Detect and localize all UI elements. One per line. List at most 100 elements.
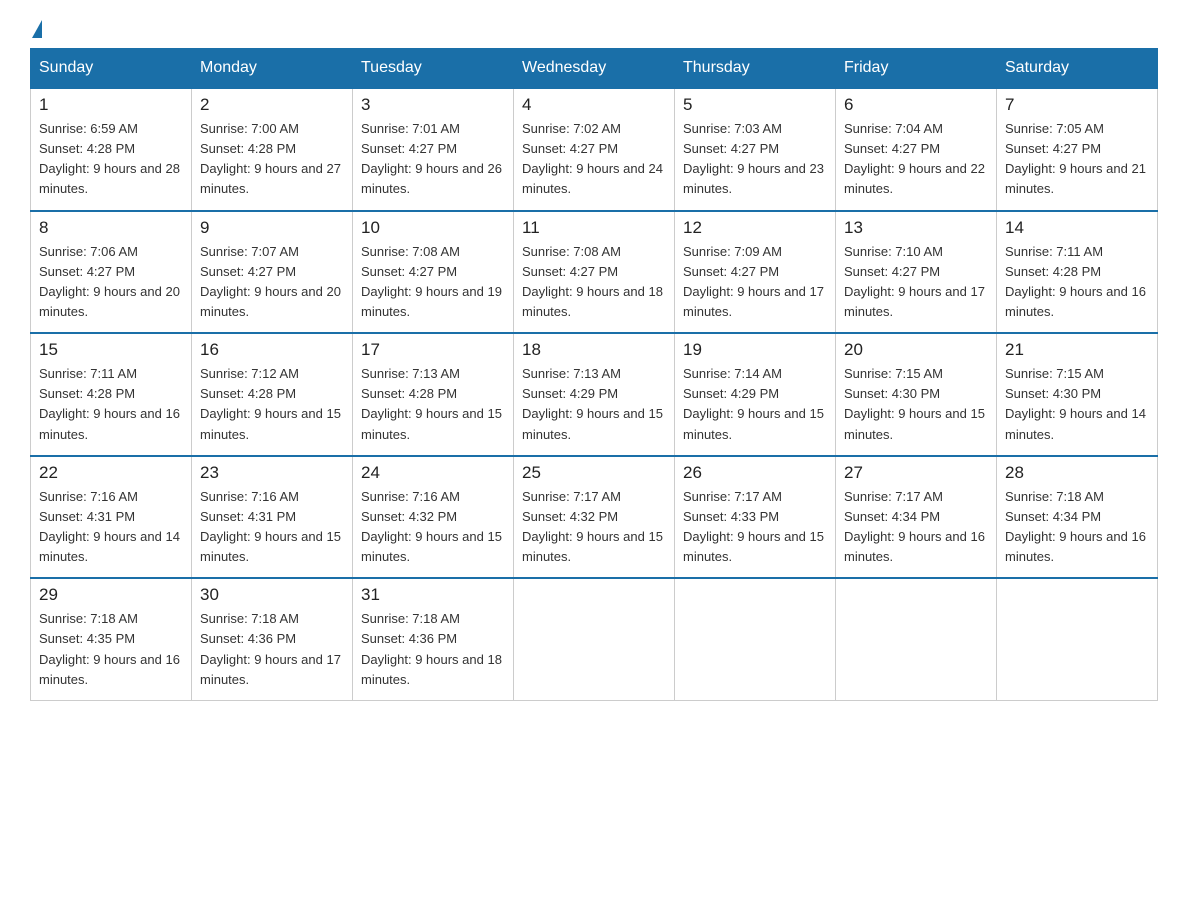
calendar-cell: 6 Sunrise: 7:04 AM Sunset: 4:27 PM Dayli… [836, 88, 997, 211]
calendar-cell: 12 Sunrise: 7:09 AM Sunset: 4:27 PM Dayl… [675, 211, 836, 334]
calendar-cell: 11 Sunrise: 7:08 AM Sunset: 4:27 PM Dayl… [514, 211, 675, 334]
logo [30, 20, 44, 38]
calendar-cell: 15 Sunrise: 7:11 AM Sunset: 4:28 PM Dayl… [31, 333, 192, 456]
calendar-header-thursday: Thursday [675, 49, 836, 89]
day-number: 29 [39, 585, 183, 605]
day-number: 5 [683, 95, 827, 115]
calendar-cell: 27 Sunrise: 7:17 AM Sunset: 4:34 PM Dayl… [836, 456, 997, 579]
day-info: Sunrise: 7:01 AM Sunset: 4:27 PM Dayligh… [361, 119, 505, 200]
calendar-cell: 4 Sunrise: 7:02 AM Sunset: 4:27 PM Dayli… [514, 88, 675, 211]
calendar-cell: 21 Sunrise: 7:15 AM Sunset: 4:30 PM Dayl… [997, 333, 1158, 456]
day-info: Sunrise: 7:06 AM Sunset: 4:27 PM Dayligh… [39, 242, 183, 323]
day-number: 16 [200, 340, 344, 360]
day-number: 23 [200, 463, 344, 483]
calendar-week-row: 22 Sunrise: 7:16 AM Sunset: 4:31 PM Dayl… [31, 456, 1158, 579]
day-number: 14 [1005, 218, 1149, 238]
calendar-cell: 30 Sunrise: 7:18 AM Sunset: 4:36 PM Dayl… [192, 578, 353, 700]
day-info: Sunrise: 7:17 AM Sunset: 4:34 PM Dayligh… [844, 487, 988, 568]
day-number: 11 [522, 218, 666, 238]
day-info: Sunrise: 7:15 AM Sunset: 4:30 PM Dayligh… [844, 364, 988, 445]
calendar-week-row: 8 Sunrise: 7:06 AM Sunset: 4:27 PM Dayli… [31, 211, 1158, 334]
day-number: 13 [844, 218, 988, 238]
calendar-header-monday: Monday [192, 49, 353, 89]
calendar-cell: 2 Sunrise: 7:00 AM Sunset: 4:28 PM Dayli… [192, 88, 353, 211]
page-header [30, 20, 1158, 38]
calendar-header-friday: Friday [836, 49, 997, 89]
day-number: 7 [1005, 95, 1149, 115]
day-number: 22 [39, 463, 183, 483]
day-number: 15 [39, 340, 183, 360]
day-info: Sunrise: 7:18 AM Sunset: 4:35 PM Dayligh… [39, 609, 183, 690]
calendar-header-tuesday: Tuesday [353, 49, 514, 89]
day-number: 9 [200, 218, 344, 238]
calendar-header-wednesday: Wednesday [514, 49, 675, 89]
calendar-cell: 16 Sunrise: 7:12 AM Sunset: 4:28 PM Dayl… [192, 333, 353, 456]
day-number: 26 [683, 463, 827, 483]
logo-triangle-icon [32, 20, 42, 38]
day-info: Sunrise: 7:16 AM Sunset: 4:31 PM Dayligh… [39, 487, 183, 568]
day-number: 17 [361, 340, 505, 360]
calendar-cell: 9 Sunrise: 7:07 AM Sunset: 4:27 PM Dayli… [192, 211, 353, 334]
calendar-header-sunday: Sunday [31, 49, 192, 89]
day-info: Sunrise: 7:16 AM Sunset: 4:31 PM Dayligh… [200, 487, 344, 568]
day-info: Sunrise: 7:04 AM Sunset: 4:27 PM Dayligh… [844, 119, 988, 200]
calendar-week-row: 15 Sunrise: 7:11 AM Sunset: 4:28 PM Dayl… [31, 333, 1158, 456]
calendar-cell: 18 Sunrise: 7:13 AM Sunset: 4:29 PM Dayl… [514, 333, 675, 456]
calendar-cell: 17 Sunrise: 7:13 AM Sunset: 4:28 PM Dayl… [353, 333, 514, 456]
calendar-cell [675, 578, 836, 700]
calendar-cell: 23 Sunrise: 7:16 AM Sunset: 4:31 PM Dayl… [192, 456, 353, 579]
day-number: 28 [1005, 463, 1149, 483]
calendar-week-row: 29 Sunrise: 7:18 AM Sunset: 4:35 PM Dayl… [31, 578, 1158, 700]
day-number: 2 [200, 95, 344, 115]
day-info: Sunrise: 7:12 AM Sunset: 4:28 PM Dayligh… [200, 364, 344, 445]
day-info: Sunrise: 7:13 AM Sunset: 4:29 PM Dayligh… [522, 364, 666, 445]
calendar-cell [836, 578, 997, 700]
calendar-cell: 8 Sunrise: 7:06 AM Sunset: 4:27 PM Dayli… [31, 211, 192, 334]
calendar-cell: 5 Sunrise: 7:03 AM Sunset: 4:27 PM Dayli… [675, 88, 836, 211]
day-info: Sunrise: 7:15 AM Sunset: 4:30 PM Dayligh… [1005, 364, 1149, 445]
day-number: 4 [522, 95, 666, 115]
day-number: 19 [683, 340, 827, 360]
calendar-cell: 13 Sunrise: 7:10 AM Sunset: 4:27 PM Dayl… [836, 211, 997, 334]
day-info: Sunrise: 7:17 AM Sunset: 4:32 PM Dayligh… [522, 487, 666, 568]
calendar-week-row: 1 Sunrise: 6:59 AM Sunset: 4:28 PM Dayli… [31, 88, 1158, 211]
calendar-cell: 14 Sunrise: 7:11 AM Sunset: 4:28 PM Dayl… [997, 211, 1158, 334]
calendar-cell: 20 Sunrise: 7:15 AM Sunset: 4:30 PM Dayl… [836, 333, 997, 456]
day-info: Sunrise: 7:00 AM Sunset: 4:28 PM Dayligh… [200, 119, 344, 200]
day-number: 21 [1005, 340, 1149, 360]
day-number: 25 [522, 463, 666, 483]
calendar-cell [514, 578, 675, 700]
day-number: 20 [844, 340, 988, 360]
day-info: Sunrise: 7:13 AM Sunset: 4:28 PM Dayligh… [361, 364, 505, 445]
day-info: Sunrise: 7:18 AM Sunset: 4:36 PM Dayligh… [200, 609, 344, 690]
day-info: Sunrise: 7:11 AM Sunset: 4:28 PM Dayligh… [1005, 242, 1149, 323]
day-info: Sunrise: 7:11 AM Sunset: 4:28 PM Dayligh… [39, 364, 183, 445]
calendar-header-row: SundayMondayTuesdayWednesdayThursdayFrid… [31, 49, 1158, 89]
day-info: Sunrise: 7:03 AM Sunset: 4:27 PM Dayligh… [683, 119, 827, 200]
day-number: 30 [200, 585, 344, 605]
day-info: Sunrise: 7:18 AM Sunset: 4:34 PM Dayligh… [1005, 487, 1149, 568]
day-number: 18 [522, 340, 666, 360]
day-number: 27 [844, 463, 988, 483]
day-number: 12 [683, 218, 827, 238]
day-number: 1 [39, 95, 183, 115]
calendar-cell: 10 Sunrise: 7:08 AM Sunset: 4:27 PM Dayl… [353, 211, 514, 334]
day-info: Sunrise: 6:59 AM Sunset: 4:28 PM Dayligh… [39, 119, 183, 200]
day-info: Sunrise: 7:05 AM Sunset: 4:27 PM Dayligh… [1005, 119, 1149, 200]
day-info: Sunrise: 7:10 AM Sunset: 4:27 PM Dayligh… [844, 242, 988, 323]
calendar-cell: 24 Sunrise: 7:16 AM Sunset: 4:32 PM Dayl… [353, 456, 514, 579]
day-number: 31 [361, 585, 505, 605]
calendar-cell: 25 Sunrise: 7:17 AM Sunset: 4:32 PM Dayl… [514, 456, 675, 579]
day-info: Sunrise: 7:07 AM Sunset: 4:27 PM Dayligh… [200, 242, 344, 323]
day-info: Sunrise: 7:08 AM Sunset: 4:27 PM Dayligh… [522, 242, 666, 323]
calendar-cell: 28 Sunrise: 7:18 AM Sunset: 4:34 PM Dayl… [997, 456, 1158, 579]
day-info: Sunrise: 7:14 AM Sunset: 4:29 PM Dayligh… [683, 364, 827, 445]
calendar-cell: 1 Sunrise: 6:59 AM Sunset: 4:28 PM Dayli… [31, 88, 192, 211]
day-info: Sunrise: 7:16 AM Sunset: 4:32 PM Dayligh… [361, 487, 505, 568]
day-info: Sunrise: 7:18 AM Sunset: 4:36 PM Dayligh… [361, 609, 505, 690]
day-info: Sunrise: 7:08 AM Sunset: 4:27 PM Dayligh… [361, 242, 505, 323]
calendar-cell: 19 Sunrise: 7:14 AM Sunset: 4:29 PM Dayl… [675, 333, 836, 456]
day-number: 10 [361, 218, 505, 238]
calendar-cell: 26 Sunrise: 7:17 AM Sunset: 4:33 PM Dayl… [675, 456, 836, 579]
calendar-cell [997, 578, 1158, 700]
